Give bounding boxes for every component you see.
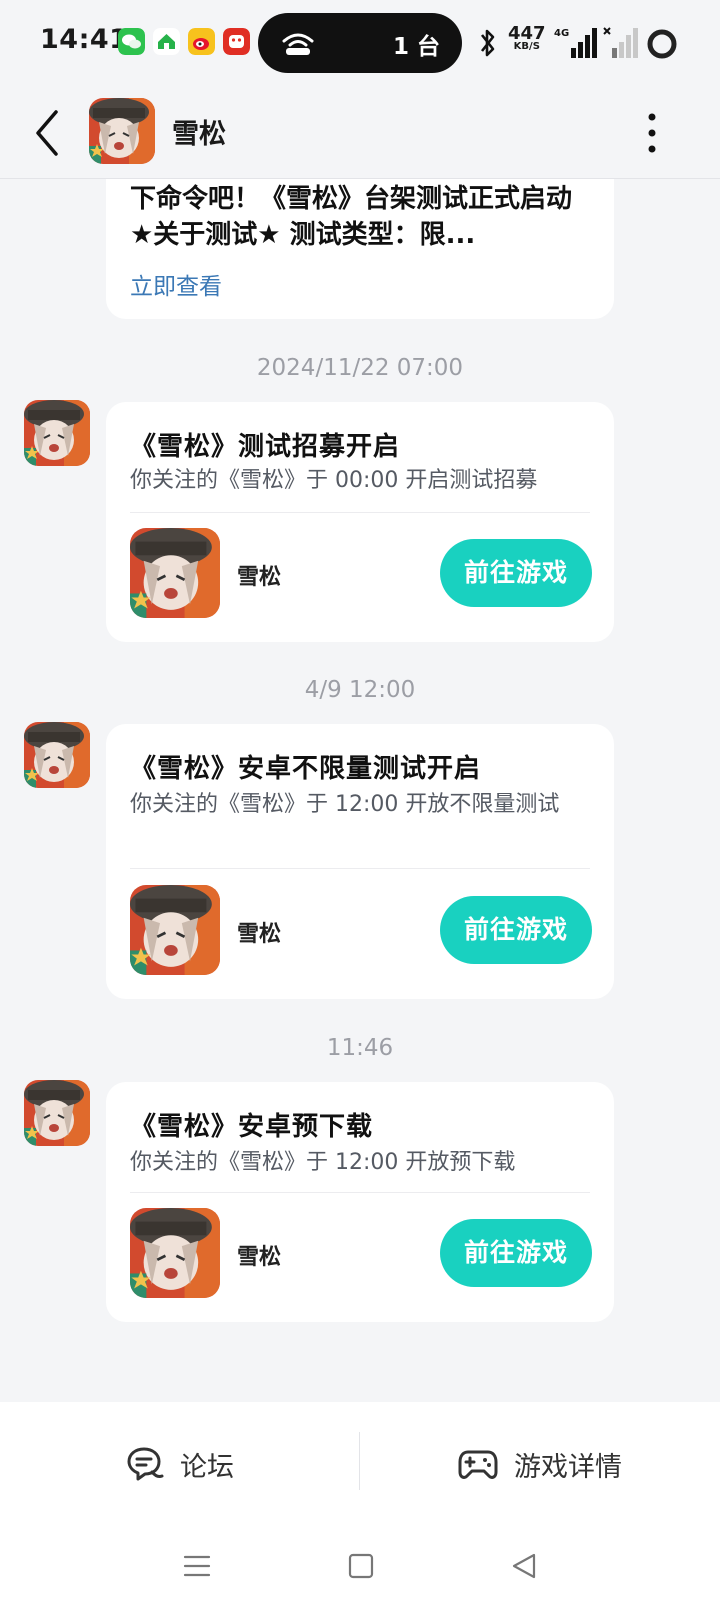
game-name: 雪松 — [237, 1245, 282, 1270]
message-timestamp: 2024/11/22 07:00 — [256, 355, 464, 381]
divider — [359, 1432, 360, 1490]
message-card[interactable]: 《雪松》安卓不限量测试开启 你关注的《雪松》于 12:00 开放不限量测试 雪松… — [106, 724, 614, 999]
game-icon[interactable] — [130, 885, 220, 975]
game-name: 雪松 — [237, 565, 282, 590]
message-card[interactable]: 《雪松》安卓预下载 你关注的《雪松》于 12:00 开放预下载 雪松 前往游戏 — [106, 1082, 614, 1322]
dynamic-island[interactable]: 1 台 — [258, 13, 462, 73]
divider — [130, 512, 590, 513]
game-details-label: 游戏详情 — [514, 1451, 622, 1483]
back-arrow-icon[interactable] — [30, 106, 70, 160]
chat-header: 雪松 — [0, 88, 720, 179]
back-triangle-icon[interactable] — [510, 1552, 538, 1580]
chat-bubble-icon — [127, 1447, 164, 1481]
divider — [130, 868, 590, 869]
go-to-game-button[interactable]: 前往游戏 — [440, 1219, 592, 1287]
game-details-tab[interactable]: 游戏详情 — [458, 1442, 622, 1486]
signal-icon: 4G — [554, 28, 597, 58]
message-desc: 你关注的《雪松》于 00:00 开启测试招募 — [130, 468, 538, 493]
message-desc: 你关注的《雪松》于 12:00 开放不限量测试 — [130, 792, 560, 817]
gamepad-icon — [458, 1450, 498, 1479]
avatar[interactable] — [89, 98, 155, 164]
divider — [130, 1192, 590, 1193]
device-count: 1 台 — [392, 34, 440, 60]
system-nav-bar — [0, 1522, 720, 1610]
bluetooth-icon — [480, 29, 495, 57]
signal-weak-icon — [603, 27, 638, 58]
home-square-icon[interactable] — [348, 1552, 374, 1580]
pdd-icon — [223, 28, 250, 55]
net-speed: 447 KB/S — [508, 25, 546, 52]
wechat-icon — [118, 28, 145, 55]
avatar[interactable] — [24, 400, 90, 466]
anjuke-icon — [153, 28, 180, 55]
menu-icon[interactable] — [183, 1552, 211, 1580]
battery-icon — [647, 29, 677, 59]
view-now-link[interactable]: 立即查看 — [130, 267, 222, 301]
game-icon[interactable] — [130, 528, 220, 618]
message-title: 《雪松》测试招募开启 — [130, 432, 401, 462]
network-type: 4G — [554, 28, 569, 39]
message-timestamp: 4/9 12:00 — [304, 677, 416, 703]
message-card-top[interactable]: 下命令吧！《雪松》台架测试正式启动 ★关于测试★ 测试类型：限... 立即查看 — [106, 179, 614, 319]
avatar[interactable] — [24, 722, 90, 788]
status-bar: 14:41 1 台 447 KB/S 4G — [0, 0, 720, 88]
forum-tab[interactable]: 论坛 — [126, 1442, 234, 1486]
status-time: 14:41 — [40, 24, 129, 55]
hotspot-icon — [282, 33, 314, 55]
message-desc: 你关注的《雪松》于 12:00 开放预下载 — [130, 1150, 516, 1175]
message-text: 下命令吧！《雪松》台架测试正式启动 ★关于测试★ 测试类型：限... — [130, 184, 573, 250]
more-vertical-icon[interactable] — [640, 108, 664, 158]
message-title: 《雪松》安卓不限量测试开启 — [130, 754, 482, 784]
game-icon[interactable] — [130, 1208, 220, 1298]
message-title: 《雪松》安卓预下载 — [130, 1112, 374, 1142]
game-name: 雪松 — [237, 922, 282, 947]
status-app-icons — [118, 28, 250, 55]
forum-label: 论坛 — [180, 1451, 234, 1483]
message-card[interactable]: 《雪松》测试招募开启 你关注的《雪松》于 00:00 开启测试招募 雪松 前往游… — [106, 402, 614, 642]
weibo-icon — [188, 28, 215, 55]
go-to-game-button[interactable]: 前往游戏 — [440, 539, 592, 607]
message-timestamp: 11:46 — [326, 1035, 394, 1061]
page-title: 雪松 — [172, 119, 226, 150]
avatar[interactable] — [24, 1080, 90, 1146]
bottom-action-bar: 论坛 游戏详情 — [0, 1402, 720, 1522]
go-to-game-button[interactable]: 前往游戏 — [440, 896, 592, 964]
